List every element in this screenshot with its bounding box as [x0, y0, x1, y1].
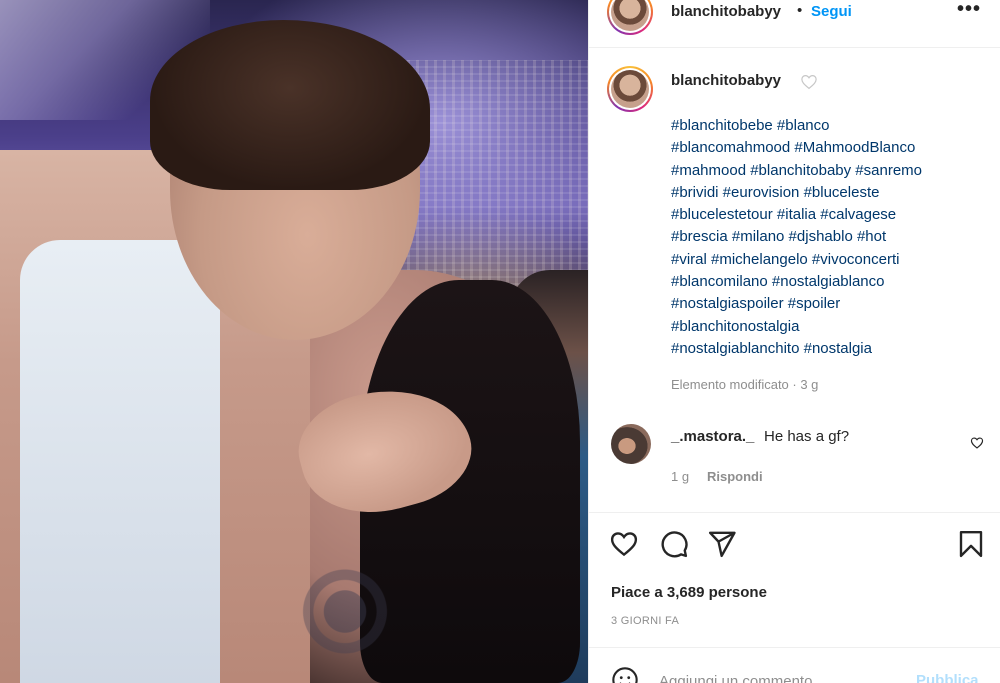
man-hair: [150, 20, 430, 190]
edited-timestamp: Elemento modificato · 3 g: [671, 377, 819, 392]
hashtag-line[interactable]: #brescia #milano #djshablo #hot: [671, 226, 991, 248]
post-side-panel: blanchitobabyy • Segui ••• blanchitobaby…: [588, 0, 1000, 683]
likes-count[interactable]: Piace a 3,689 persone: [611, 584, 767, 601]
hashtag-line[interactable]: #brividi #eurovision #bluceleste: [671, 182, 991, 204]
post-date: 3 GIORNI FA: [611, 615, 680, 627]
comment-icon[interactable]: [659, 529, 689, 559]
post-header: blanchitobabyy • Segui •••: [589, 0, 1000, 48]
bookmark-icon[interactable]: [956, 529, 986, 559]
hashtag-line[interactable]: #nostalgiablanchito #nostalgia: [671, 338, 991, 360]
caption-hashtags: #blanchitobebe #blanco #blancomahmood #M…: [671, 115, 991, 360]
hashtag-line[interactable]: #blanchitobebe #blanco: [671, 115, 991, 137]
hashtag-line[interactable]: #blanchitonostalgia: [671, 316, 991, 338]
header-avatar[interactable]: [607, 0, 653, 35]
man-tank-top: [20, 240, 220, 683]
post-photo[interactable]: [0, 0, 588, 683]
hashtag-line[interactable]: #nostalgiaspoiler #spoiler: [671, 293, 991, 315]
hashtag-line[interactable]: #blancomahmood #MahmoodBlanco: [671, 137, 991, 159]
follow-button[interactable]: Segui: [811, 3, 852, 20]
comment-time: 1 g: [671, 469, 690, 484]
comment-input[interactable]: [659, 670, 899, 683]
send-icon[interactable]: [707, 529, 737, 559]
caption-username[interactable]: blanchitobabyy: [671, 72, 781, 89]
commenter-username[interactable]: _.mastora._: [671, 428, 754, 445]
shoulder-tattoo: [270, 540, 420, 683]
commenter-avatar[interactable]: [611, 424, 651, 464]
header-separator: •: [797, 2, 803, 19]
header-username[interactable]: blanchitobabyy: [671, 3, 781, 20]
comment-like-icon[interactable]: [970, 436, 984, 450]
caption-avatar[interactable]: [607, 66, 653, 112]
post-actions: Piace a 3,689 persone 3 GIORNI FA: [589, 512, 1000, 647]
hashtag-line[interactable]: #blancomilano #nostalgiablanco: [671, 271, 991, 293]
reply-button[interactable]: Rispondi: [707, 469, 763, 484]
hashtag-line[interactable]: #mahmood #blanchitobaby #sanremo: [671, 160, 991, 182]
heart-outline-icon: [801, 75, 817, 90]
hashtag-line[interactable]: #viral #michelangelo #vivoconcerti: [671, 249, 991, 271]
emoji-icon[interactable]: [611, 666, 639, 683]
comment-text: He has a gf?: [764, 428, 850, 445]
more-horizontal-icon[interactable]: •••: [957, 0, 981, 21]
publish-button[interactable]: Pubblica: [916, 672, 979, 683]
add-comment-bar: Pubblica: [589, 647, 1000, 683]
hashtag-line[interactable]: #blucelestetour #italia #calvagese: [671, 204, 991, 226]
heart-icon[interactable]: [609, 529, 639, 559]
